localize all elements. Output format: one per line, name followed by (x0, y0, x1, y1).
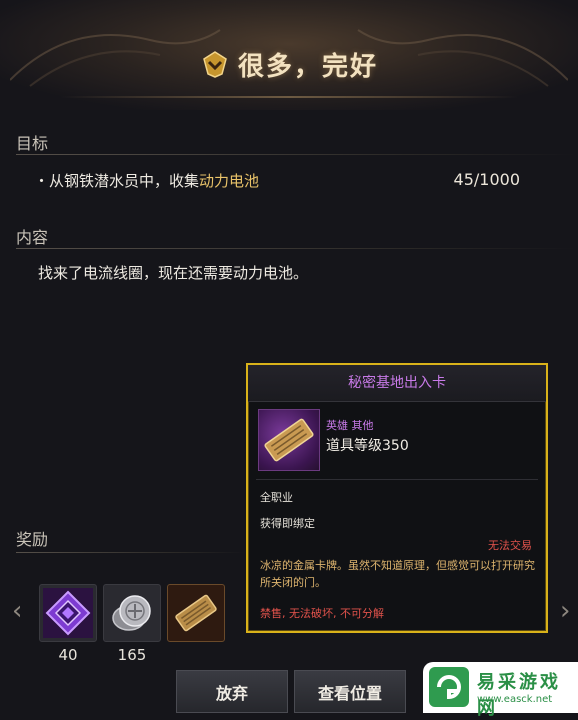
header-divider (60, 96, 518, 98)
tooltip-flag: 禁售 (260, 607, 282, 620)
watermark-url: www.easck.net (477, 694, 553, 705)
tooltip-description: 冰凉的金属卡牌。虽然不知道原理，但感觉可以打开研究所关闭的门。 (260, 559, 535, 589)
rewards-label: 奖励 (16, 530, 49, 549)
reward-count-crystal: 40 (58, 646, 78, 664)
abandon-button[interactable]: 放弃 (176, 670, 288, 713)
reward-slot-crystal[interactable] (39, 584, 97, 642)
silver-coin-icon (112, 595, 151, 631)
view-location-button[interactable]: 查看位置 (294, 670, 406, 713)
rewards-next-arrow-icon[interactable]: › (560, 596, 570, 626)
reward-slot-keycard[interactable] (167, 584, 225, 642)
keycard-icon (264, 418, 314, 462)
tooltip-item-level: 道具等级350 (326, 438, 409, 454)
objective-bullet: ・ (34, 172, 50, 190)
quest-title-wrap: 很多，完好 (0, 44, 578, 84)
objective-divider (16, 154, 576, 155)
reward-count-coin: 165 (117, 646, 147, 664)
objective-text: ・从钢铁潜水员中，收集动力电池 (34, 170, 259, 191)
purple-crystal-icon (43, 588, 93, 638)
tooltip-flag: 无法破坏 (289, 607, 333, 620)
tooltip-trade: 无法交易 (488, 539, 532, 552)
quest-header: 很多，完好 (0, 0, 578, 110)
objective-label: 目标 (16, 134, 49, 153)
content-divider (16, 248, 576, 249)
tooltip-title: 秘密基地出入卡 (248, 365, 546, 402)
objective-highlight: 动力电池 (199, 172, 260, 190)
quest-emblem-icon (203, 51, 227, 78)
tooltip-rarity: 英雄 其他 (326, 419, 374, 432)
tooltip-divider (256, 479, 538, 480)
tooltip-item-icon-box (258, 409, 320, 471)
content-text: 找来了电流线圈，现在还需要动力电池。 (38, 264, 309, 282)
keycard-icon (175, 594, 217, 632)
objective-count: 45/1000 (453, 170, 520, 189)
tooltip-class: 全职业 (260, 491, 293, 504)
rewards-prev-arrow-icon[interactable]: ‹ (12, 596, 22, 626)
rewards-divider (16, 552, 246, 553)
content-label: 内容 (16, 228, 49, 247)
tooltip-flags: 禁售, 无法破坏, 不可分解 (260, 607, 384, 620)
quest-title: 很多，完好 (237, 51, 378, 82)
watermark: 易采游戏网 www.easck.net (423, 662, 578, 719)
tooltip-bind: 获得即绑定 (260, 517, 315, 530)
item-tooltip: 秘密基地出入卡 英雄 其他 道具等级350 全职业 获得即绑定 无法交易 冰凉的… (246, 363, 548, 633)
tooltip-flag: 不可分解 (340, 607, 384, 620)
watermark-logo-icon (429, 667, 469, 707)
objective-text-prefix: 从钢铁潜水员中，收集 (49, 172, 200, 190)
reward-slot-coin[interactable] (103, 584, 161, 642)
